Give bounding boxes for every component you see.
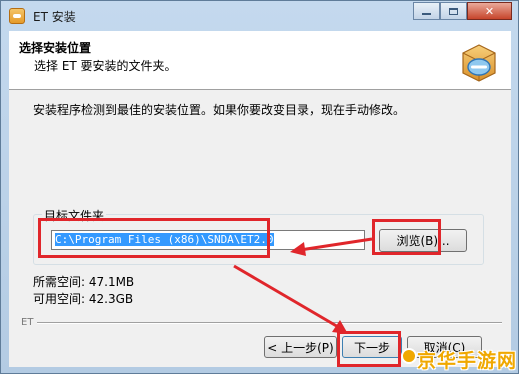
close-button[interactable]: ✕ <box>467 2 512 20</box>
close-icon: ✕ <box>484 4 495 18</box>
header-title: 选择安装位置 <box>19 41 92 55</box>
minimize-button[interactable] <box>413 2 440 20</box>
maximize-icon <box>449 7 458 15</box>
cancel-button[interactable]: 取消(C) <box>407 336 482 358</box>
required-space-text: 所需空间: 47.1MB <box>33 275 135 289</box>
browse-button[interactable]: 浏览(B)... <box>379 229 467 252</box>
intro-text: 安装程序检测到最佳的安装位置。如果你要改变目录，现在手动修改。 <box>33 103 406 117</box>
title-bar[interactable]: ET 安装 ✕ <box>1 1 519 31</box>
install-path-value: C:\Program Files (x86)\SNDA\ET2.0 <box>55 233 274 246</box>
destination-folder-group: 目标文件夹 C:\Program Files (x86)\SNDA\ET2.0 … <box>33 207 484 265</box>
dialog-client-area: 选择安装位置 选择 ET 要安装的文件夹。 安装程序检测到最佳的安装位置。如果你… <box>9 31 511 367</box>
et-app-icon <box>9 8 25 24</box>
install-path-input[interactable]: C:\Program Files (x86)\SNDA\ET2.0 <box>51 230 365 250</box>
window-title: ET 安装 <box>33 10 76 24</box>
next-button[interactable]: 下一步 <box>342 336 402 358</box>
installer-window: ET 安装 ✕ 选择安装位置 选择 ET 要安装的文件夹。 安装程序检测到最佳的… <box>0 0 519 374</box>
destination-folder-label: 目标文件夹 <box>42 207 107 224</box>
minimize-icon <box>422 13 431 15</box>
maximize-button[interactable] <box>440 2 467 20</box>
footer-divider <box>33 322 502 324</box>
available-space-text: 可用空间: 42.3GB <box>33 292 134 306</box>
window-controls: ✕ <box>413 2 512 21</box>
branding-text: ET <box>21 317 38 328</box>
header-subtitle: 选择 ET 要安装的文件夹。 <box>34 59 177 73</box>
wizard-header: 选择安装位置 选择 ET 要安装的文件夹。 <box>9 31 511 90</box>
installer-box-icon <box>462 44 496 82</box>
back-button[interactable]: < 上一步(P) <box>264 336 337 358</box>
